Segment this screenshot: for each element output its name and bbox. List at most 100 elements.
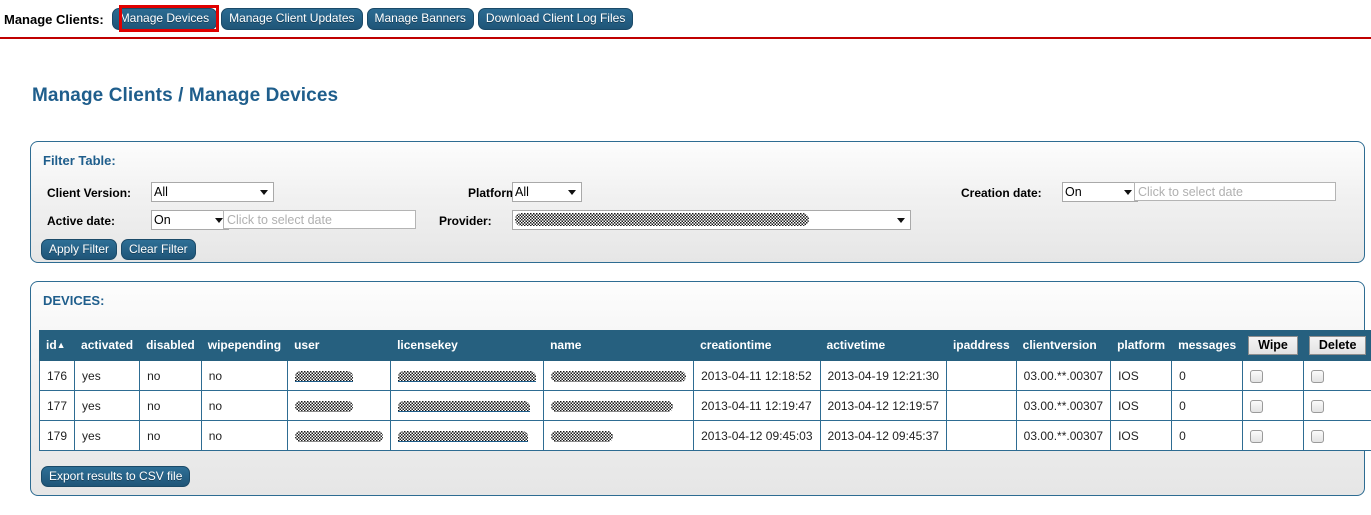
column-header-user[interactable]: user xyxy=(287,330,392,361)
top-bar-divider xyxy=(0,37,1371,39)
cell-disabled: no xyxy=(139,390,202,421)
creation-date-mode-select[interactable]: On xyxy=(1062,182,1138,202)
column-header-activetime[interactable]: activetime xyxy=(819,330,947,361)
delete-checkbox[interactable] xyxy=(1310,369,1324,383)
column-header-activated[interactable]: activated xyxy=(74,330,141,361)
creation-date-mode-select-wrapper[interactable]: On xyxy=(1062,182,1138,202)
column-header-licensekey[interactable]: licensekey xyxy=(390,330,545,361)
cell-clientversion: 03.00.**.00307 xyxy=(1015,390,1112,421)
cell-id: 179 xyxy=(38,420,76,451)
column-header-creationtime[interactable]: creationtime xyxy=(693,330,821,361)
cell-clientversion: 03.00.**.00307 xyxy=(1015,360,1112,391)
creation-date-label: Creation date: xyxy=(961,186,1042,200)
table-row: 177 yes no no 2013-04-11 12:19:47 2013-0… xyxy=(38,390,1371,421)
column-header-platform[interactable]: platform xyxy=(1110,330,1173,361)
wipe-checkbox[interactable] xyxy=(1250,429,1264,443)
cell-delete-checkbox[interactable] xyxy=(1302,360,1371,391)
cell-user xyxy=(287,420,392,451)
top-navigation-bar: Manage Clients: Manage Devices Manage Cl… xyxy=(0,0,1371,38)
cell-creationtime: 2013-04-11 12:18:52 xyxy=(693,360,821,391)
export-csv-button[interactable]: Export results to CSV file xyxy=(41,466,191,487)
cell-delete-checkbox[interactable] xyxy=(1302,420,1371,451)
platform-select[interactable]: All xyxy=(512,182,582,202)
user-redaction xyxy=(295,370,354,382)
creation-date-input[interactable] xyxy=(1134,182,1336,201)
cell-clientversion: 03.00.**.00307 xyxy=(1015,420,1112,451)
provider-select-wrapper[interactable] xyxy=(512,210,911,230)
column-header-wipe: Wipe xyxy=(1242,330,1304,361)
cell-user xyxy=(287,390,392,421)
delete-button[interactable]: Delete xyxy=(1308,336,1367,355)
wipe-checkbox[interactable] xyxy=(1250,399,1264,413)
active-date-input[interactable] xyxy=(223,210,416,229)
client-version-select-wrapper[interactable]: All xyxy=(151,182,274,202)
nav-button-download-client-log-files[interactable]: Download Client Log Files xyxy=(477,8,634,30)
column-header-messages[interactable]: messages xyxy=(1171,330,1244,361)
name-redaction xyxy=(551,370,687,382)
cell-activetime: 2013-04-12 12:19:57 xyxy=(819,390,947,421)
cell-user xyxy=(287,360,392,391)
table-row: 176 yes no no 2013-04-11 12:18:52 2013-0… xyxy=(38,360,1371,391)
licensekey-redaction xyxy=(398,400,531,412)
cell-name xyxy=(543,420,695,451)
cell-licensekey xyxy=(390,390,545,421)
cell-licensekey xyxy=(390,360,545,391)
cell-platform: IOS xyxy=(1110,360,1173,391)
column-header-name[interactable]: name xyxy=(543,330,695,361)
cell-messages: 0 xyxy=(1171,390,1244,421)
cell-activetime: 2013-04-12 09:45:37 xyxy=(819,420,947,451)
cell-activated: yes xyxy=(74,420,141,451)
wipe-button[interactable]: Wipe xyxy=(1248,336,1298,355)
column-header-id-label: id xyxy=(46,338,57,352)
cell-creationtime: 2013-04-11 12:19:47 xyxy=(693,390,821,421)
cell-ipaddress xyxy=(945,420,1017,451)
client-version-label: Client Version: xyxy=(47,186,132,200)
cell-wipe-checkbox[interactable] xyxy=(1242,390,1304,421)
cell-activated: yes xyxy=(74,360,141,391)
client-version-select[interactable]: All xyxy=(151,182,274,202)
delete-checkbox[interactable] xyxy=(1310,429,1324,443)
cell-name xyxy=(543,390,695,421)
cell-delete-checkbox[interactable] xyxy=(1302,390,1371,421)
cell-ipaddress xyxy=(945,360,1017,391)
devices-panel-title: DEVICES: xyxy=(43,293,105,308)
active-date-label: Active date: xyxy=(47,214,116,228)
provider-select[interactable] xyxy=(512,210,911,230)
name-redaction xyxy=(551,400,674,412)
nav-button-manage-client-updates[interactable]: Manage Client Updates xyxy=(221,8,363,30)
wipe-checkbox[interactable] xyxy=(1250,369,1264,383)
licensekey-redaction xyxy=(398,370,537,382)
clear-filter-button[interactable]: Clear Filter xyxy=(121,239,196,260)
column-header-disabled[interactable]: disabled xyxy=(139,330,202,361)
cell-disabled: no xyxy=(139,420,202,451)
apply-filter-button[interactable]: Apply Filter xyxy=(41,239,118,260)
nav-button-manage-devices[interactable]: Manage Devices xyxy=(111,8,218,30)
devices-table: id▲ activated disabled wipepending user … xyxy=(38,330,1371,451)
cell-platform: IOS xyxy=(1110,390,1173,421)
column-header-delete: Delete xyxy=(1302,330,1371,361)
column-header-ipaddress[interactable]: ipaddress xyxy=(945,330,1017,361)
devices-panel: DEVICES: id▲ activated disabled wipepend… xyxy=(30,281,1371,496)
column-header-id[interactable]: id▲ xyxy=(38,330,76,361)
user-redaction xyxy=(295,400,354,412)
column-header-wipepending[interactable]: wipepending xyxy=(200,330,289,361)
page-title: Manage Clients / Manage Devices xyxy=(32,85,339,106)
cell-wipe-checkbox[interactable] xyxy=(1242,360,1304,391)
cell-disabled: no xyxy=(139,360,202,391)
active-date-mode-select-wrapper[interactable]: On xyxy=(151,210,229,230)
cell-wipepending: no xyxy=(200,360,289,391)
cell-id: 177 xyxy=(38,390,76,421)
cell-activated: yes xyxy=(74,390,141,421)
delete-checkbox[interactable] xyxy=(1310,399,1324,413)
cell-platform: IOS xyxy=(1110,420,1173,451)
nav-button-manage-banners[interactable]: Manage Banners xyxy=(366,8,474,30)
cell-name xyxy=(543,360,695,391)
cell-wipe-checkbox[interactable] xyxy=(1242,420,1304,451)
column-header-clientversion[interactable]: clientversion xyxy=(1015,330,1112,361)
provider-label: Provider: xyxy=(439,214,492,228)
licensekey-redaction xyxy=(398,430,529,442)
user-redaction xyxy=(295,430,384,442)
name-redaction xyxy=(551,430,614,442)
active-date-mode-select[interactable]: On xyxy=(151,210,229,230)
platform-select-wrapper[interactable]: All xyxy=(512,182,582,202)
